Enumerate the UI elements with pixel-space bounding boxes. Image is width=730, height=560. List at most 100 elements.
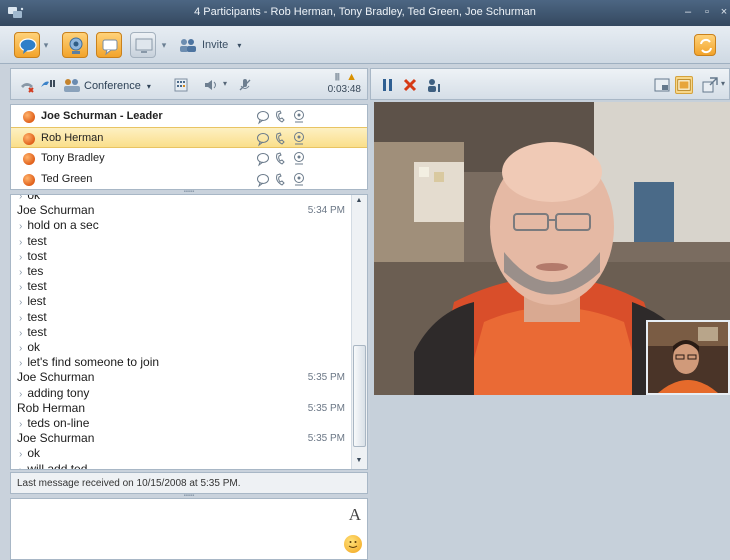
chat-bubble-icon — [19, 38, 37, 54]
message-text: tost — [19, 249, 46, 263]
invite-label: Invite — [202, 39, 229, 51]
video-modality-icon — [294, 152, 304, 165]
options-button[interactable] — [694, 34, 716, 56]
webcam-icon — [69, 37, 83, 54]
im-modality-icon — [257, 111, 269, 125]
participant-row[interactable]: Tony Bradley — [11, 148, 367, 169]
video-modality-icon — [294, 110, 304, 123]
self-view-image — [648, 322, 728, 393]
emoticon-icon[interactable] — [344, 535, 362, 553]
message-text: adding tony — [19, 386, 89, 400]
conference-icon — [64, 79, 80, 92]
im-button[interactable] — [14, 32, 40, 58]
stop-video-icon[interactable] — [401, 76, 419, 94]
speaker-icon[interactable] — [203, 77, 219, 93]
message-timestamp: 5:35 PM — [307, 402, 345, 414]
message-text: test — [19, 310, 46, 324]
self-view-video[interactable] — [646, 320, 730, 395]
presence-icon — [23, 133, 35, 145]
message-timestamp: 5:35 PM — [307, 372, 345, 384]
im-modality-icon — [257, 133, 269, 147]
participant-list: Joe Schurman - Leader Rob Herman Tony Brad… — [10, 104, 368, 190]
end-call-icon[interactable] — [19, 77, 35, 93]
participant-name: Joe Schurman - Leader — [41, 110, 163, 122]
invite-dropdown-arrow[interactable]: ▾ — [237, 41, 241, 50]
dialpad-icon[interactable] — [173, 77, 189, 93]
microphone-icon[interactable] — [237, 77, 253, 93]
message-text: ok — [19, 446, 40, 460]
message-sender: Rob Herman — [17, 400, 86, 415]
phone-modality-icon — [276, 132, 285, 145]
conference-dropdown-arrow[interactable]: ▾ — [147, 82, 151, 91]
conference-button[interactable]: Conference ▾ — [63, 77, 151, 93]
video-settings-icon[interactable] — [425, 76, 443, 94]
participant-modality-icons — [257, 110, 304, 125]
call-toolbar: Conference ▾ ▾ |||| ▲ 0:03:48 — [10, 68, 368, 100]
rotate-arrows-icon — [700, 38, 712, 54]
share-dropdown-arrow[interactable]: ▾ — [160, 35, 168, 55]
message-text: ok — [19, 195, 40, 202]
signal-strength-icon: |||| — [334, 72, 340, 81]
participant-row[interactable]: Rob Herman — [11, 127, 367, 148]
popout-dropdown-arrow[interactable]: ▾ — [721, 79, 725, 88]
font-button[interactable]: A — [349, 505, 361, 525]
video-pane: ▾ — [370, 68, 730, 560]
conversation-history: ▲ ▼ okJoe Schurman5:34 PMhold on a secte… — [10, 194, 368, 470]
participant-name: Tony Bradley — [41, 152, 105, 164]
video-toolbar: ▾ — [370, 68, 730, 100]
im-modality-icon — [257, 174, 269, 188]
invite-button[interactable]: Invite ▾ — [178, 35, 241, 55]
layout-pip-icon[interactable] — [675, 76, 693, 94]
warning-icon[interactable]: ▲ — [346, 71, 357, 83]
scroll-down-arrow[interactable]: ▼ — [354, 457, 364, 464]
message-text: teds on-line — [19, 416, 89, 430]
conversation-scrollbar[interactable]: ▲ ▼ — [351, 195, 367, 469]
video-modality-icon — [294, 132, 304, 145]
phone-modality-icon — [276, 173, 285, 186]
monitor-icon — [135, 38, 153, 53]
message-text: hold on a sec — [19, 218, 98, 232]
phone-modality-icon — [276, 152, 285, 165]
share-desktop-button[interactable] — [130, 32, 156, 58]
im-modality-icon — [257, 153, 269, 167]
message-text: ok — [19, 340, 40, 354]
message-sender: Joe Schurman — [17, 431, 95, 446]
close-button[interactable]: × — [717, 5, 730, 19]
audio-button[interactable] — [96, 32, 122, 58]
message-sender: Joe Schurman — [17, 370, 95, 385]
title-bar: 4 Participants - Rob Herman, Tony Bradle… — [0, 0, 730, 26]
im-dropdown-arrow[interactable]: ▾ — [42, 35, 50, 55]
message-timestamp: 5:35 PM — [307, 433, 345, 445]
participant-row[interactable]: Joe Schurman - Leader — [11, 106, 367, 127]
pause-video-icon[interactable] — [379, 76, 397, 94]
presence-icon — [23, 174, 35, 186]
hold-call-icon[interactable] — [39, 77, 55, 93]
scroll-thumb[interactable] — [353, 345, 366, 447]
message-text: lest — [19, 294, 46, 308]
popout-video-icon[interactable] — [701, 76, 719, 94]
layout-small-icon[interactable] — [653, 76, 671, 94]
participant-name: Rob Herman — [41, 132, 104, 144]
maximize-button[interactable]: ▫ — [700, 5, 714, 19]
scroll-up-arrow[interactable]: ▲ — [354, 197, 364, 204]
message-timestamp: 5:34 PM — [307, 205, 345, 217]
participant-row[interactable]: Ted Green — [11, 169, 367, 190]
speech-icon — [102, 39, 118, 56]
message-input[interactable]: A — [10, 498, 368, 560]
message-text: let's find someone to join — [19, 355, 159, 369]
conference-label: Conference — [84, 80, 141, 92]
speaker-dropdown-arrow[interactable]: ▾ — [223, 79, 227, 88]
participant-modality-icons — [257, 152, 304, 167]
add-people-icon — [180, 39, 196, 52]
message-text: test — [19, 279, 46, 293]
presence-icon — [23, 111, 35, 123]
minimize-button[interactable]: – — [681, 5, 695, 19]
message-sender: Joe Schurman — [17, 203, 95, 218]
participant-modality-icons — [257, 173, 304, 188]
message-text: test — [19, 325, 46, 339]
call-duration: 0:03:48 — [327, 84, 361, 95]
participant-modality-icons — [257, 132, 304, 147]
video-button[interactable] — [62, 32, 88, 58]
presence-icon — [23, 153, 35, 165]
main-toolbar: ▾ ▾ Invite ▾ — [0, 26, 730, 64]
